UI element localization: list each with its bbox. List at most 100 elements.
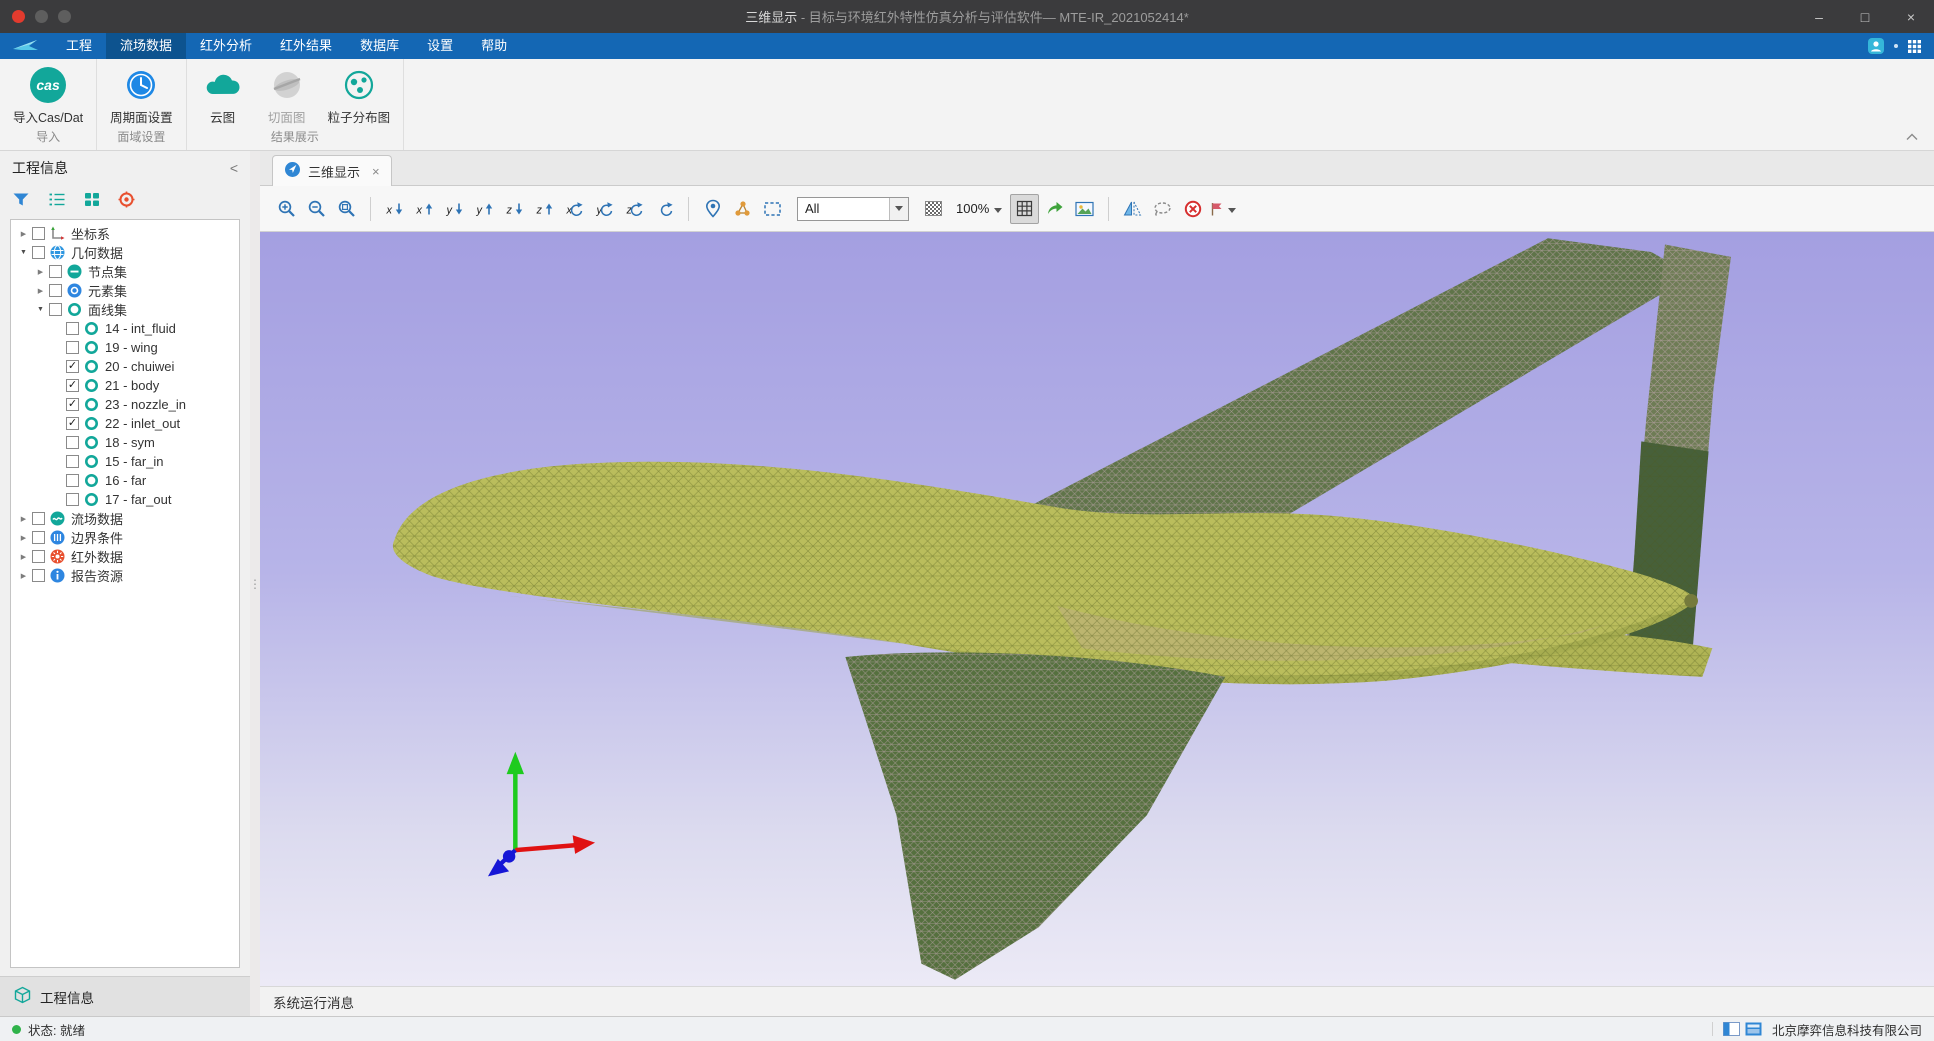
tree-item-surface-17-far-out[interactable]: 17 - far_out	[11, 490, 239, 509]
tree-item-geometry-data[interactable]: ▼几何数据	[11, 243, 239, 262]
viewport-button-view-y-plus[interactable]: y	[440, 194, 469, 224]
tree-item-surface-19-wing[interactable]: 19 - wing	[11, 338, 239, 357]
viewport-button-view-x-plus[interactable]: x	[380, 194, 409, 224]
zoom-level-combo[interactable]: 100%	[949, 196, 1009, 222]
tree-item-surface-set[interactable]: ▼面线集	[11, 300, 239, 319]
tree-item-surface-14-int-fluid[interactable]: 14 - int_fluid	[11, 319, 239, 338]
tree-checkbox[interactable]	[49, 303, 62, 316]
tree-expand-arrow-icon[interactable]: ▶	[33, 268, 48, 276]
tree-item-surface-21-body[interactable]: ✓21 - body	[11, 376, 239, 395]
tree-checkbox[interactable]: ✓	[66, 398, 79, 411]
viewport-button-box-select[interactable]	[758, 194, 787, 224]
tree-expand-arrow-icon[interactable]: ▶	[16, 230, 31, 238]
project-info-tab[interactable]: 工程信息	[0, 976, 250, 1016]
tree-checkbox[interactable]	[66, 474, 79, 487]
viewport-button-clear[interactable]	[1178, 194, 1207, 224]
viewport-button-export[interactable]	[1040, 194, 1069, 224]
tree-expand-arrow-icon[interactable]: ▶	[33, 287, 48, 295]
viewport-button-mirror[interactable]	[1118, 194, 1147, 224]
viewport-button-grid[interactable]	[1010, 194, 1039, 224]
tree-item-surface-18-sym[interactable]: 18 - sym	[11, 433, 239, 452]
ribbon-button-contour[interactable]: 云图	[193, 64, 253, 127]
viewport-button-texture[interactable]	[919, 194, 948, 224]
tree-checkbox[interactable]	[32, 512, 45, 525]
tree-checkbox[interactable]	[66, 341, 79, 354]
viewport-button-nodes[interactable]	[728, 194, 757, 224]
tree-item-element-set[interactable]: ▶元素集	[11, 281, 239, 300]
account-icon[interactable]	[1867, 37, 1885, 55]
panel-tool-list-view[interactable]	[48, 192, 66, 210]
maximize-button[interactable]: □	[1842, 0, 1888, 33]
viewport-button-zoom-out[interactable]	[302, 194, 331, 224]
tree-expand-arrow-icon[interactable]: ▼	[16, 249, 31, 256]
menu-item-database[interactable]: 数据库	[346, 33, 413, 59]
menu-item-settings[interactable]: 设置	[413, 33, 467, 59]
viewport-button-lasso[interactable]	[1148, 194, 1177, 224]
panel-tool-grid-view[interactable]	[84, 192, 100, 210]
tree-checkbox[interactable]	[32, 246, 45, 259]
viewport-button-view-x-minus[interactable]: x	[410, 194, 439, 224]
panel-tool-filter[interactable]	[12, 192, 30, 210]
menu-item-help[interactable]: 帮助	[467, 33, 521, 59]
ribbon-button-periodic-surface[interactable]: 周期面设置	[103, 64, 180, 127]
viewport-button-zoom-in[interactable]	[272, 194, 301, 224]
panel-tool-locate[interactable]	[118, 191, 135, 211]
tab-3d-view[interactable]: 三维显示 ×	[272, 155, 392, 186]
minimize-button[interactable]: –	[1796, 0, 1842, 33]
ribbon-button-import-cas-dat[interactable]: cas导入Cas/Dat	[6, 64, 90, 127]
surface-filter-combo[interactable]: All	[797, 197, 909, 221]
tree-checkbox[interactable]	[66, 436, 79, 449]
viewport-button-rotate-y[interactable]: y	[590, 194, 619, 224]
viewport-button-view-y-minus[interactable]: y	[470, 194, 499, 224]
tree-item-infrared-data[interactable]: ▶红外数据	[11, 547, 239, 566]
viewport-button-rotate-x[interactable]: x	[560, 194, 589, 224]
viewport-button-probe[interactable]	[698, 194, 727, 224]
tree-item-report-resources[interactable]: ▶报告资源	[11, 566, 239, 585]
tree-item-surface-23-nozzle-in[interactable]: ✓23 - nozzle_in	[11, 395, 239, 414]
tree-expand-arrow-icon[interactable]: ▶	[16, 534, 31, 542]
panel-icon-1[interactable]	[1723, 1022, 1740, 1036]
viewport-button-snapshot[interactable]	[1070, 194, 1099, 224]
tree-checkbox[interactable]	[49, 284, 62, 297]
system-message-bar[interactable]: 系统运行消息	[260, 986, 1934, 1016]
titlebar-dot-3[interactable]	[58, 10, 71, 23]
viewport-button-view-z-plus[interactable]: z	[500, 194, 529, 224]
tree-checkbox[interactable]	[66, 455, 79, 468]
tree-item-surface-16-far[interactable]: 16 - far	[11, 471, 239, 490]
tab-close-button[interactable]: ×	[372, 164, 380, 179]
tree-expand-arrow-icon[interactable]: ▶	[16, 553, 31, 561]
tree-item-surface-20-chuiwei[interactable]: ✓20 - chuiwei	[11, 357, 239, 376]
tree-checkbox[interactable]	[32, 227, 45, 240]
tree-checkbox[interactable]	[32, 550, 45, 563]
menu-item-project[interactable]: 工程	[52, 33, 106, 59]
titlebar-dot-1[interactable]	[12, 10, 25, 23]
menu-item-ir-analysis[interactable]: 红外分析	[186, 33, 266, 59]
menu-item-ir-results[interactable]: 红外结果	[266, 33, 346, 59]
tree-expand-arrow-icon[interactable]: ▼	[33, 306, 48, 313]
tree-checkbox[interactable]	[66, 493, 79, 506]
tree-item-surface-22-inlet-out[interactable]: ✓22 - inlet_out	[11, 414, 239, 433]
viewport-button-rotate-z[interactable]: z	[620, 194, 649, 224]
tree-checkbox[interactable]: ✓	[66, 417, 79, 430]
dropdown-caret-icon[interactable]	[889, 198, 908, 220]
panel-collapse-button[interactable]: <	[230, 160, 238, 176]
panel-icon-2[interactable]	[1745, 1022, 1762, 1036]
tree-item-coordinate-system[interactable]: ▶坐标系	[11, 224, 239, 243]
tree-checkbox[interactable]: ✓	[66, 379, 79, 392]
viewport-button-display-style[interactable]	[1208, 194, 1237, 224]
tree-checkbox[interactable]	[66, 322, 79, 335]
ribbon-button-particle-distribution[interactable]: 粒子分布图	[321, 64, 398, 127]
tree-item-surface-15-far-in[interactable]: 15 - far_in	[11, 452, 239, 471]
menu-item-flow-data[interactable]: 流场数据	[106, 33, 186, 59]
apps-grid-icon[interactable]	[1907, 39, 1922, 54]
tree-item-flow-data[interactable]: ▶流场数据	[11, 509, 239, 528]
panel-splitter[interactable]: ⋮	[250, 151, 260, 1016]
close-button[interactable]: ×	[1888, 0, 1934, 33]
tree-expand-arrow-icon[interactable]: ▶	[16, 515, 31, 523]
tree-checkbox[interactable]: ✓	[66, 360, 79, 373]
viewport-button-view-z-minus[interactable]: z	[530, 194, 559, 224]
viewport-button-zoom-fit[interactable]	[332, 194, 361, 224]
tree-checkbox[interactable]	[32, 569, 45, 582]
tree-checkbox[interactable]	[49, 265, 62, 278]
viewport-button-rotate-free[interactable]	[650, 194, 679, 224]
